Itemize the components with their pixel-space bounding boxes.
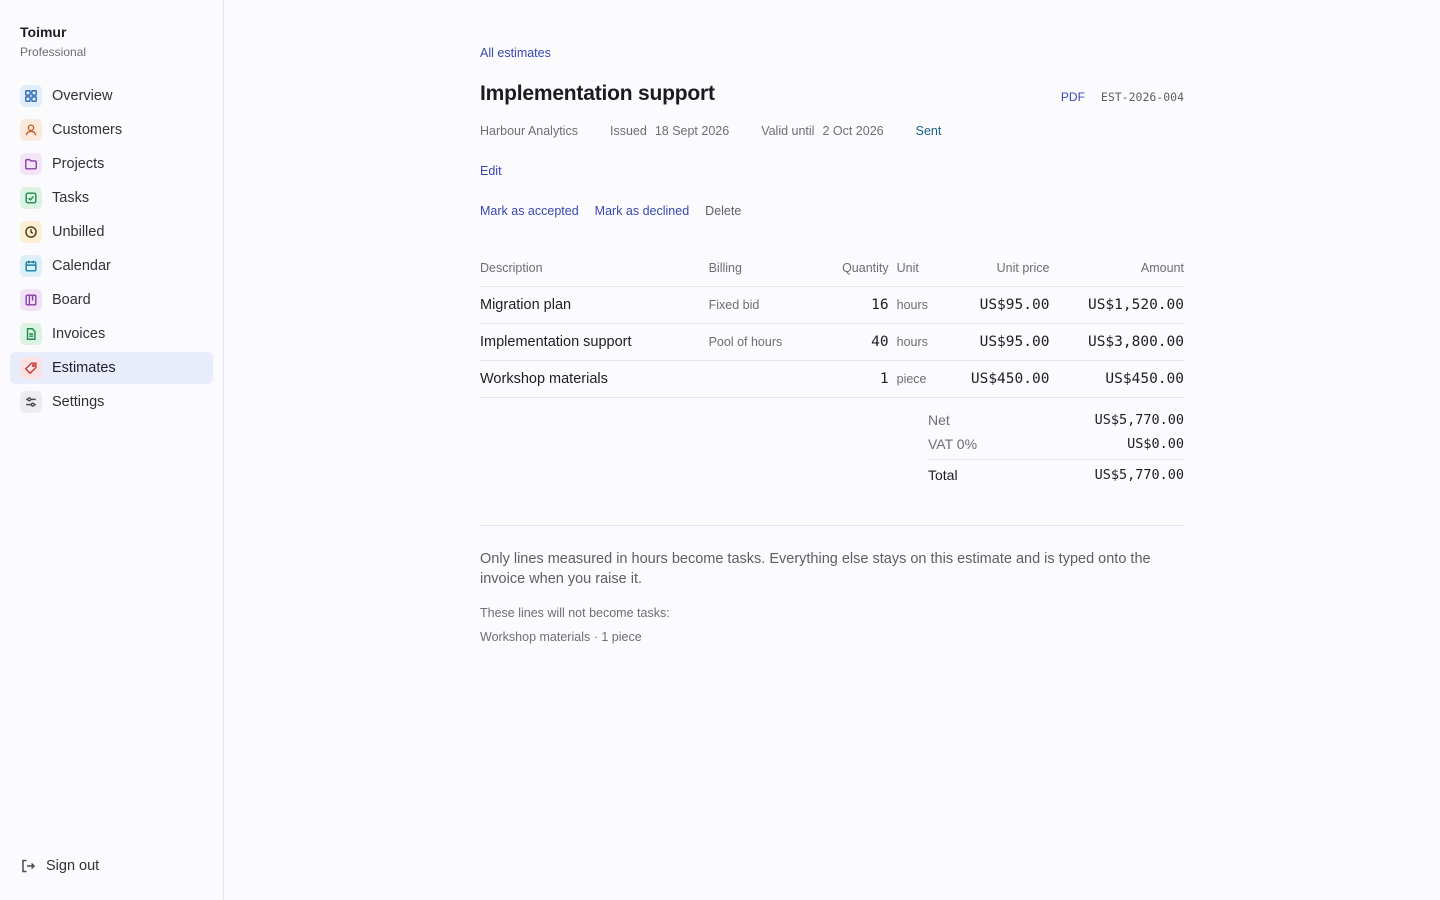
estimate-number: EST-2026-004 [1100,90,1184,104]
status-badge: Sent [915,124,942,138]
delete-button[interactable]: Delete [705,204,741,218]
line-unit: hours [888,323,950,361]
all-estimates-link[interactable]: All estimates [480,46,551,60]
issued-date: 18 Sept 2026 [654,124,730,138]
non-task-lines-label: These lines will not become tasks: [480,606,670,620]
valid-until-date: 2 Oct 2026 [822,124,884,138]
brand-name: Toimur [20,24,67,40]
header-quantity: Quantity [819,250,889,287]
sidebar-item-calendar[interactable]: Calendar [10,250,213,282]
tag-icon [20,357,42,379]
line-unit-price: US$95.00 [949,323,1050,361]
sidebar-item-label: Calendar [52,258,111,274]
tasks-explanation: Only lines measured in hours become task… [480,551,1151,587]
issued-label: Issued [609,124,647,138]
sidebar-item-label: Overview [52,88,113,104]
total-value: US$5,770.00 [1094,466,1184,483]
sidebar-item-unbilled[interactable]: Unbilled [10,216,213,248]
mark-accepted-button[interactable]: Mark as accepted [480,204,579,218]
table-row: Migration plan Fixed bid 16 hours US$95.… [480,286,1184,324]
grid-icon [20,85,42,107]
sidebar-item-label: Board [52,292,91,308]
total-label: Total [928,466,958,483]
line-description: Migration plan [480,286,709,324]
calendar-icon [20,255,42,277]
totals: Net US$5,770.00 VAT 0% US$0.00 Total US$… [928,408,1184,487]
sidebar-nav: Overview Customers Projects Tasks Unbill… [10,80,213,420]
sidebar-item-overview[interactable]: Overview [10,80,213,112]
sidebar-item-label: Estimates [52,360,116,376]
table-row: Implementation support Pool of hours 40 … [480,323,1184,361]
divider [480,525,1184,526]
sidebar: Toimur Professional Overview Customers P… [0,0,224,900]
customer-name: Harbour Analytics [480,124,578,138]
line-description: Implementation support [480,323,709,361]
sign-out-button[interactable]: Sign out [20,858,99,874]
net-value: US$5,770.00 [1094,412,1184,428]
net-label: Net [928,412,950,428]
line-items-table: Description Billing Quantity Unit Unit p… [480,250,1184,398]
file-icon [20,323,42,345]
sidebar-item-label: Settings [52,394,105,410]
line-billing [708,360,820,398]
sidebar-item-board[interactable]: Board [10,284,213,316]
brand-plan: Professional [20,45,87,59]
line-billing: Pool of hours [708,323,820,361]
mark-declined-button[interactable]: Mark as declined [595,204,690,218]
header-unit-price: Unit price [949,250,1050,287]
line-unit: hours [888,286,950,324]
line-unit-price: US$450.00 [949,360,1050,398]
sidebar-item-label: Tasks [52,190,90,206]
estimate-actions: Mark as accepted Mark as declined Delete [480,204,741,218]
clock-icon [20,221,42,243]
line-unit-price: US$95.00 [949,286,1050,324]
line-unit: piece [888,360,950,398]
vat-value: US$0.00 [1127,436,1184,452]
sliders-icon [20,391,42,413]
folder-icon [20,153,42,175]
line-quantity: 16 [819,286,889,324]
user-icon [20,119,42,141]
sidebar-item-customers[interactable]: Customers [10,114,213,146]
line-amount: US$3,800.00 [1049,323,1184,361]
header-unit: Unit [888,250,950,287]
vat-label: VAT 0% [928,436,978,452]
table-row: Workshop materials 1 piece US$450.00 US$… [480,360,1184,398]
sidebar-item-tasks[interactable]: Tasks [10,182,213,214]
line-quantity: 40 [819,323,889,361]
edit-link[interactable]: Edit [480,164,502,178]
valid-until-label: Valid until [761,124,815,138]
sidebar-item-label: Unbilled [52,224,105,240]
estimate-meta: Harbour Analytics Issued 18 Sept 2026 Va… [480,124,941,138]
line-billing: Fixed bid [708,286,820,324]
sidebar-item-settings[interactable]: Settings [10,386,213,418]
sidebar-item-label: Invoices [52,326,106,342]
brand: Toimur Professional [20,24,86,59]
check-square-icon [20,187,42,209]
line-quantity: 1 [819,360,889,398]
line-amount: US$450.00 [1049,360,1184,398]
non-task-line-item: Workshop materials · 1 piece [480,630,642,644]
page-title: Implementation support [480,82,715,105]
line-amount: US$1,520.00 [1049,286,1184,324]
net-row: Net US$5,770.00 [928,408,1184,432]
estimate-header-right: PDF EST-2026-004 [1061,90,1184,104]
header-billing: Billing [708,250,820,287]
board-icon [20,289,42,311]
pdf-button[interactable]: PDF [1061,90,1085,104]
sign-out-label: Sign out [46,858,100,874]
header-description: Description [480,250,709,287]
header-amount: Amount [1049,250,1184,287]
table-header-row: Description Billing Quantity Unit Unit p… [480,250,1184,287]
sidebar-item-projects[interactable]: Projects [10,148,213,180]
line-description: Workshop materials [480,360,709,398]
sidebar-item-label: Customers [52,122,123,138]
sign-out-icon [22,859,36,873]
total-row: Total US$5,770.00 [928,459,1184,487]
vat-row: VAT 0% US$0.00 [928,432,1184,456]
sidebar-item-estimates[interactable]: Estimates [10,352,213,384]
sidebar-item-invoices[interactable]: Invoices [10,318,213,350]
sidebar-item-label: Projects [52,156,105,172]
